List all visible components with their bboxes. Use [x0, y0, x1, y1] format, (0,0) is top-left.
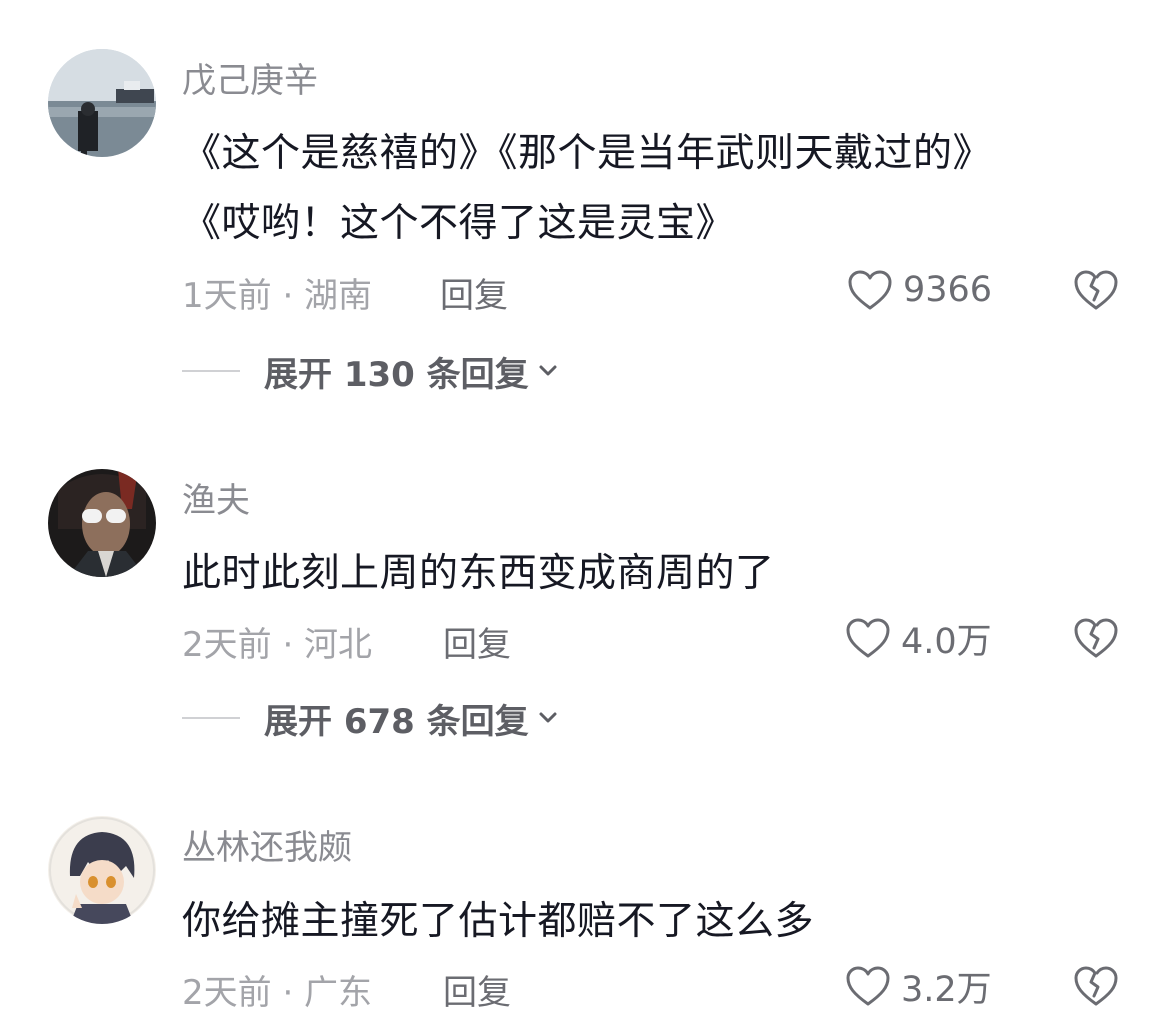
divider-line	[182, 717, 240, 719]
username[interactable]: 丛林还我颇	[182, 820, 352, 869]
username[interactable]: 渔夫	[182, 473, 250, 522]
dislike-button[interactable]	[1073, 268, 1119, 312]
comment-text-line: 《哎哟！这个不得了这是灵宝》	[182, 201, 736, 246]
like-button[interactable]: 9366	[847, 266, 992, 314]
heart-outline-icon	[846, 618, 890, 658]
chevron-down-icon	[539, 365, 557, 376]
avatar[interactable]	[48, 816, 156, 924]
heart-outline-icon	[848, 270, 892, 310]
avatar-image	[48, 816, 156, 924]
comment-text-line: 《这个是慈禧的》《那个是当年武则天戴过的》	[182, 131, 993, 176]
reply-button[interactable]: 回复	[443, 617, 511, 666]
avatar[interactable]	[48, 49, 156, 157]
comment-meta: 2天前 · 广东	[182, 973, 373, 1013]
broken-heart-icon	[1074, 270, 1118, 310]
like-count: 9366	[903, 270, 993, 310]
comment-meta: 1天前 · 湖南	[182, 276, 373, 316]
username[interactable]: 戊己庚辛	[182, 53, 318, 102]
comment-text-line: 此时此刻上周的东西变成商周的了	[182, 551, 775, 596]
dislike-button[interactable]	[1073, 964, 1119, 1008]
divider-line	[182, 370, 240, 372]
comment-meta: 2天前 · 河北	[182, 625, 373, 665]
avatar-image	[48, 469, 156, 577]
avatar-image	[48, 49, 156, 157]
heart-outline-icon	[846, 966, 890, 1006]
broken-heart-icon	[1074, 618, 1118, 658]
like-button[interactable]: 3.2万	[845, 962, 992, 1010]
chevron-down-icon	[539, 712, 557, 723]
like-count: 3.2万	[901, 969, 992, 1010]
like-count: 4.0万	[901, 621, 992, 662]
comment-text-line: 你给摊主撞死了估计都赔不了这么多	[182, 899, 815, 944]
expand-replies-label: 展开 130 条回复	[264, 354, 529, 395]
dislike-button[interactable]	[1073, 616, 1119, 660]
reply-button[interactable]: 回复	[440, 268, 508, 317]
expand-replies-label: 展开 678 条回复	[264, 701, 529, 742]
like-button[interactable]: 4.0万	[845, 614, 992, 662]
avatar[interactable]	[48, 469, 156, 577]
broken-heart-icon	[1074, 966, 1118, 1006]
reply-button[interactable]: 回复	[443, 965, 511, 1014]
expand-replies-button[interactable]: 展开 678 条回复	[182, 694, 559, 742]
expand-replies-button[interactable]: 展开 130 条回复	[182, 347, 559, 395]
